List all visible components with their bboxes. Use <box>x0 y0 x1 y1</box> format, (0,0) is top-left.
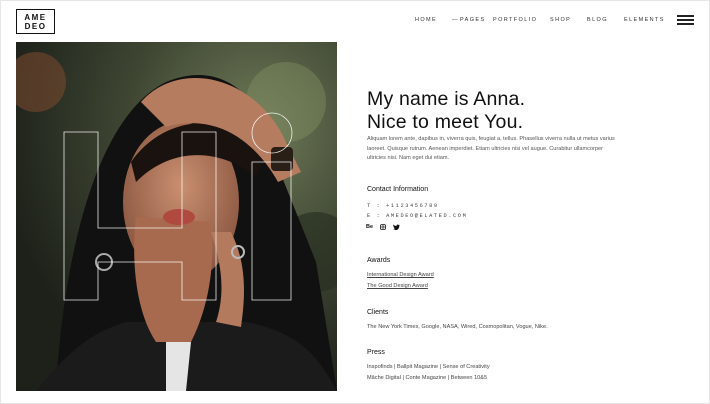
nav-item-home[interactable]: HOME <box>415 17 437 23</box>
nav-item-blog[interactable]: BLOG <box>587 17 608 23</box>
site-logo[interactable]: AME DEO <box>16 9 55 34</box>
email-value[interactable]: AMEDEO@ELATED.COM <box>386 213 467 219</box>
clients-title: Clients <box>367 309 389 316</box>
press-line-1: Inspofinds | Ballpit Magazine | Sense of… <box>367 364 490 370</box>
contact-email-row: E : AMEDEO@ELATED.COM <box>367 213 467 219</box>
nav-item-portfolio[interactable]: PORTFOLIO <box>493 17 537 23</box>
nav-item-pages-dash: — <box>452 17 459 23</box>
nav-item-shop[interactable]: SHOP <box>550 17 571 23</box>
phone-label: T : <box>367 203 382 209</box>
hi-overlay-outline <box>63 112 293 301</box>
clients-text: The New York Times, Google, NASA, Wired,… <box>367 324 548 330</box>
press-line-2: Mâche Digital | Conte Magazine | Between… <box>367 375 488 381</box>
award-link-2[interactable]: The Good Design Award <box>367 283 428 289</box>
phone-value[interactable]: +1123456789 <box>386 203 439 209</box>
social-links: Be <box>366 224 401 230</box>
instagram-icon[interactable] <box>380 224 386 230</box>
contact-phone-row: T : +1123456789 <box>367 203 439 209</box>
intro-paragraph: Aliquam lorem ante, dapibus in, viverra … <box>367 136 615 161</box>
hamburger-menu-icon[interactable] <box>677 15 694 27</box>
award-link-1[interactable]: International Design Award <box>367 272 434 278</box>
heading-line-1: My name is Anna. <box>367 88 526 110</box>
contact-title: Contact Information <box>367 186 429 193</box>
logo-line-2: DEO <box>24 22 47 31</box>
hero-photo: Hi <box>16 42 337 391</box>
email-label: E : <box>367 213 382 219</box>
behance-icon[interactable]: Be <box>366 224 373 230</box>
twitter-icon[interactable] <box>393 224 401 230</box>
awards-title: Awards <box>367 257 391 264</box>
heading-line-2: Nice to meet You. <box>367 111 524 133</box>
press-title: Press <box>367 349 385 356</box>
logo-line-1: AME <box>24 13 47 22</box>
nav-item-elements[interactable]: ELEMENTS <box>624 17 665 23</box>
nav-item-pages[interactable]: PAGES <box>460 17 486 23</box>
intro-heading: My name is Anna. Nice to meet You. <box>367 88 525 134</box>
